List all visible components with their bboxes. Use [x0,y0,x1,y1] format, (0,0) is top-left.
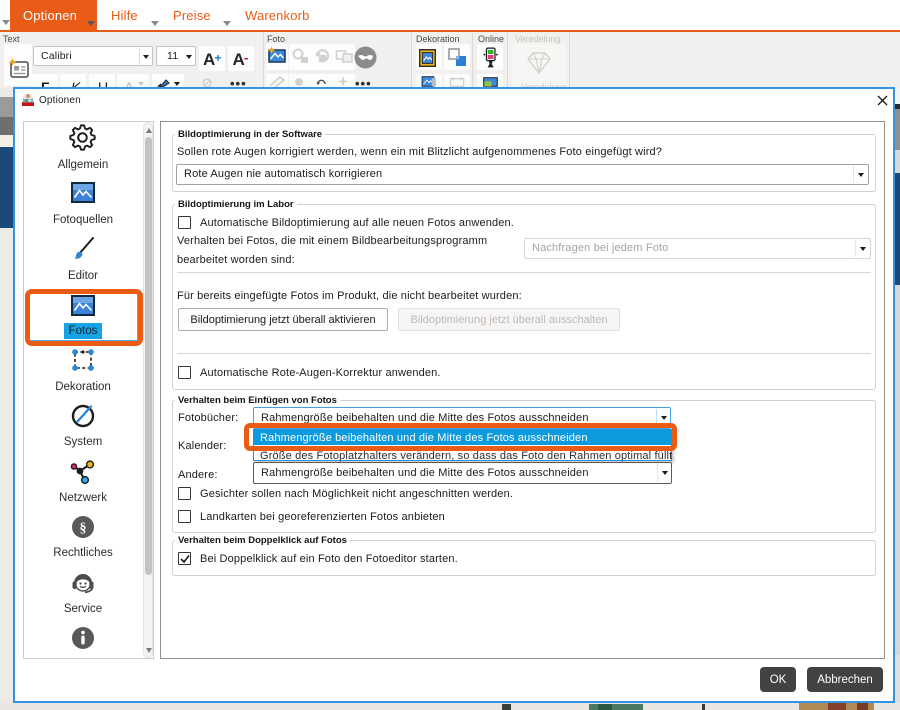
svg-text:§: § [80,521,87,536]
